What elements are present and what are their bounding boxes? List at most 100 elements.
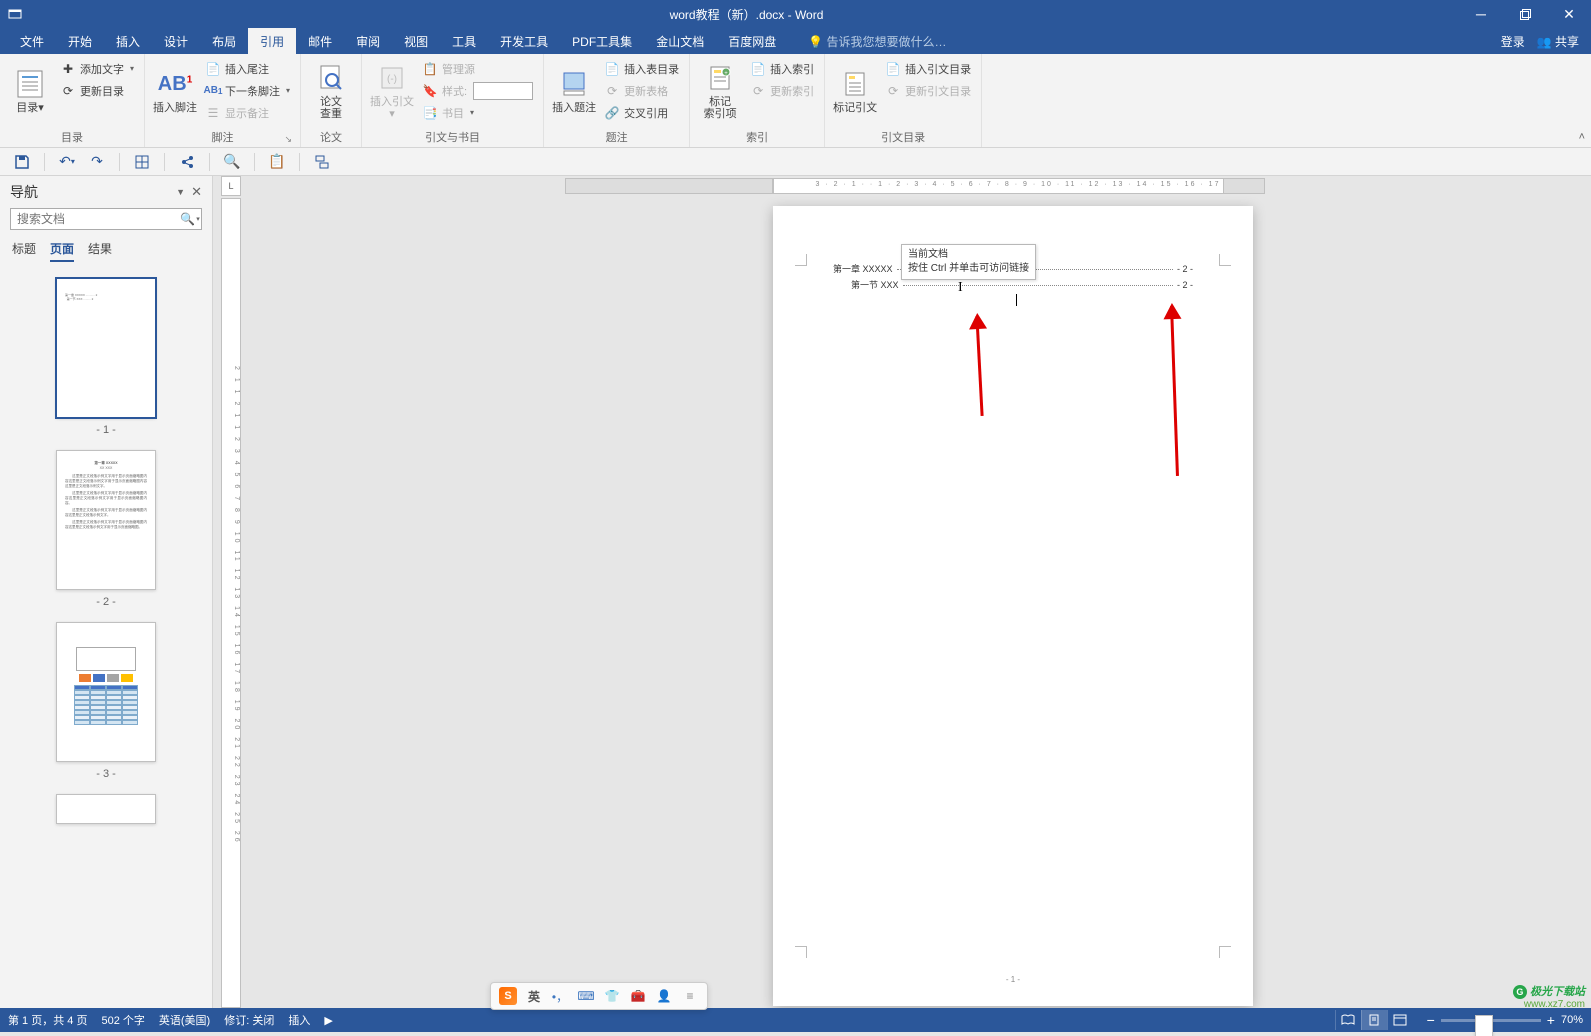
nav-tab-headings[interactable]: 标题	[12, 240, 36, 262]
thumbnail-page-4[interactable]	[56, 794, 156, 824]
update-index-icon: ⟳	[750, 83, 766, 99]
show-notes-button[interactable]: ☰显示备注	[201, 102, 294, 123]
redo-button[interactable]: ↷	[85, 150, 109, 174]
minimize-button[interactable]: ─	[1459, 0, 1503, 28]
insert-caption-button[interactable]: 插入题注	[550, 58, 598, 124]
view-read-mode[interactable]	[1335, 1010, 1361, 1030]
ime-keyboard-icon[interactable]: ⌨	[577, 987, 595, 1005]
zoom-out-button[interactable]: −	[1427, 1012, 1435, 1028]
login-link[interactable]: 登录	[1501, 33, 1525, 50]
status-page[interactable]: 第 1 页，共 4 页	[8, 1012, 87, 1028]
mark-citation-button[interactable]: 标记引文	[831, 58, 879, 124]
update-index-button[interactable]: ⟳更新索引	[746, 80, 818, 101]
paste-button[interactable]: 📋	[265, 150, 289, 174]
close-button[interactable]: ✕	[1547, 0, 1591, 28]
thumbnail-page-1[interactable]: 第一章 XXXXX ........... 2 第一节 XXX ........…	[56, 278, 156, 418]
share-button[interactable]: 👥 共享	[1537, 33, 1579, 50]
view-print-layout[interactable]	[1361, 1010, 1387, 1030]
nav-close-button[interactable]: ✕	[191, 184, 202, 200]
quick-access-toolbar: ↶▾ ↷ 🔍 📋	[0, 148, 1591, 176]
search-input[interactable]	[11, 209, 178, 229]
save-button[interactable]	[10, 150, 34, 174]
nav-tab-results[interactable]: 结果	[88, 240, 112, 262]
ime-settings-icon[interactable]: ≡	[681, 987, 699, 1005]
insert-footnote-button[interactable]: AB1 插入脚注	[151, 58, 199, 124]
navigation-pane: 导航 ▼ ✕ 🔍▾ 标题 页面 结果 第一章 XXXXX ...........…	[0, 176, 213, 1008]
status-language[interactable]: 英语(美国)	[159, 1012, 210, 1028]
mark-entry-button[interactable]: + 标记 索引项	[696, 58, 744, 124]
nav-tab-pages[interactable]: 页面	[50, 240, 74, 262]
insert-endnote-button[interactable]: 📄插入尾注	[201, 58, 294, 79]
print-preview-button[interactable]: 🔍	[220, 150, 244, 174]
status-macro-icon[interactable]: ▶	[324, 1014, 332, 1027]
ruler-corner[interactable]: L	[221, 176, 241, 196]
update-table-button[interactable]: ⟳更新表格	[600, 80, 683, 101]
document-area[interactable]: L 2 1 1 2 1 1 2 3 4 5 6 7 8 9 10 11 12 1…	[213, 176, 1591, 1008]
update-toc-icon: ⟳	[60, 83, 76, 99]
zoom-slider[interactable]	[1441, 1019, 1541, 1022]
display-options-icon[interactable]	[0, 7, 30, 21]
search-icon[interactable]: 🔍▾	[178, 209, 201, 229]
tab-developer[interactable]: 开发工具	[488, 28, 560, 54]
thumbnail-page-3[interactable]	[56, 622, 156, 762]
undo-button[interactable]: ↶▾	[55, 150, 79, 174]
zoom-percent[interactable]: 70%	[1561, 1014, 1583, 1026]
tab-tools[interactable]: 工具	[440, 28, 488, 54]
bibliography-icon: 📑	[422, 105, 438, 121]
tab-insert[interactable]: 插入	[104, 28, 152, 54]
tab-layout[interactable]: 布局	[200, 28, 248, 54]
tab-home[interactable]: 开始	[56, 28, 104, 54]
tab-mailings[interactable]: 邮件	[296, 28, 344, 54]
insert-index-button[interactable]: 📄插入索引	[746, 58, 818, 79]
next-footnote-button[interactable]: AB1下一条脚注▾	[201, 80, 294, 101]
manage-sources-button[interactable]: 📋管理源	[418, 58, 537, 79]
update-toa-button[interactable]: ⟳更新引文目录	[881, 80, 975, 101]
insert-citation-button[interactable]: (-) 插入引文▾	[368, 58, 416, 124]
footnotes-dialog-launcher[interactable]: ↘	[284, 134, 292, 145]
add-text-button[interactable]: ✚添加文字▾	[56, 58, 138, 79]
maximize-button[interactable]	[1503, 0, 1547, 28]
tab-review[interactable]: 审阅	[344, 28, 392, 54]
crop-mark	[795, 254, 807, 266]
nav-dropdown-icon[interactable]: ▼	[176, 187, 185, 197]
share-qat-button[interactable]	[175, 150, 199, 174]
table-button[interactable]	[130, 150, 154, 174]
status-word-count[interactable]: 502 个字	[101, 1012, 144, 1028]
tab-kingsoft[interactable]: 金山文档	[644, 28, 716, 54]
tab-view[interactable]: 视图	[392, 28, 440, 54]
tab-file[interactable]: 文件	[8, 28, 56, 54]
ime-toolbar[interactable]: S 英 •， ⌨ 👕 🧰 👤 ≡	[490, 982, 708, 1010]
document-page[interactable]: 第一章 XXXXX - 2 - 第一节 XXX - 2 - 当前文档 按住 Ct…	[773, 206, 1253, 1006]
thumbnail-page-2[interactable]: 第一章 XXXXX XX XXX 这里是正文段落示例文字用于显示页面缩略图内容这…	[56, 450, 156, 590]
ime-toolbox-icon[interactable]: 🧰	[629, 987, 647, 1005]
sogou-logo-icon[interactable]: S	[499, 987, 517, 1005]
nav-search-box[interactable]: 🔍▾	[10, 208, 202, 230]
insert-toa-button[interactable]: 📄插入引文目录	[881, 58, 975, 79]
tab-pdf[interactable]: PDF工具集	[560, 28, 644, 54]
bibliography-button[interactable]: 📑书目▾	[418, 102, 537, 123]
tab-references[interactable]: 引用	[248, 28, 296, 54]
ime-lang-indicator[interactable]: 英	[525, 987, 543, 1005]
zoom-in-button[interactable]: +	[1547, 1012, 1555, 1028]
update-toc-button[interactable]: ⟳更新目录	[56, 80, 138, 101]
page-break-button[interactable]	[310, 150, 334, 174]
vertical-ruler[interactable]: 2 1 1 2 1 1 2 3 4 5 6 7 8 9 10 11 12 13 …	[221, 198, 241, 1008]
svg-text:+: +	[724, 71, 728, 77]
view-web-layout[interactable]	[1387, 1010, 1413, 1030]
tell-me-input[interactable]: 💡 告诉我您想要做什么…	[788, 33, 946, 50]
toc-button[interactable]: 目录▾	[6, 58, 54, 124]
collapse-ribbon-icon[interactable]: ˄	[1579, 131, 1585, 143]
toc-leader	[903, 285, 1173, 286]
status-insert-mode[interactable]: 插入	[288, 1012, 310, 1028]
horizontal-ruler[interactable]: 3 · 2 · 1 · · 1 · 2 · 3 · 4 · 5 · 6 · 7 …	[773, 178, 1263, 194]
insert-tof-button[interactable]: 📄插入表目录	[600, 58, 683, 79]
tab-design[interactable]: 设计	[152, 28, 200, 54]
ime-punct-icon[interactable]: •，	[551, 987, 569, 1005]
cross-ref-button[interactable]: 🔗交叉引用	[600, 102, 683, 123]
ime-account-icon[interactable]: 👤	[655, 987, 673, 1005]
status-track-changes[interactable]: 修订: 关闭	[224, 1012, 274, 1028]
style-combo[interactable]: 🔖样式:	[418, 80, 537, 101]
lookup-button[interactable]: 论文 查重	[307, 58, 355, 124]
ime-skin-icon[interactable]: 👕	[603, 987, 621, 1005]
tab-baidu[interactable]: 百度网盘	[716, 28, 788, 54]
